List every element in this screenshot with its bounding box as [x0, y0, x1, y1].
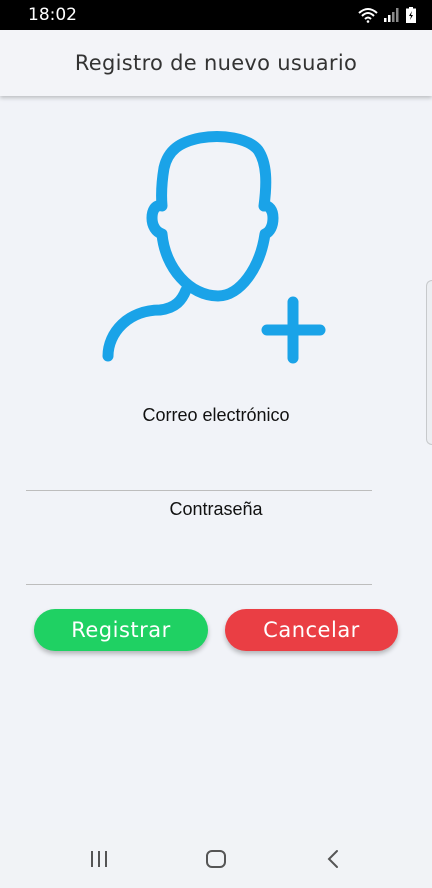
- password-field[interactable]: [26, 545, 372, 585]
- signal-icon: [384, 8, 399, 22]
- add-user-illustration: [100, 128, 330, 368]
- back-button[interactable]: [313, 839, 353, 879]
- email-label: Correo electrónico: [142, 405, 290, 425]
- back-icon: [327, 850, 339, 868]
- add-user-icon: [102, 131, 326, 364]
- register-button[interactable]: Registrar: [34, 609, 208, 651]
- cancel-button[interactable]: Cancelar: [225, 609, 398, 651]
- app-bar: Registro de nuevo usuario: [0, 30, 432, 96]
- home-button[interactable]: [196, 839, 236, 879]
- battery-icon: [406, 7, 416, 23]
- status-time: 18:02: [28, 5, 77, 25]
- recent-apps-icon: [90, 851, 107, 867]
- status-icons: [358, 7, 416, 23]
- password-label: Contraseña: [169, 499, 263, 519]
- email-field[interactable]: [26, 451, 372, 491]
- status-bar: 18:02: [0, 0, 432, 30]
- home-icon: [205, 850, 226, 868]
- wifi-icon: [358, 8, 378, 23]
- edge-panel-handle[interactable]: [426, 280, 432, 445]
- recent-apps-button[interactable]: [79, 839, 119, 879]
- navigation-bar: [0, 830, 432, 888]
- page-title: Registro de nuevo usuario: [74, 51, 358, 75]
